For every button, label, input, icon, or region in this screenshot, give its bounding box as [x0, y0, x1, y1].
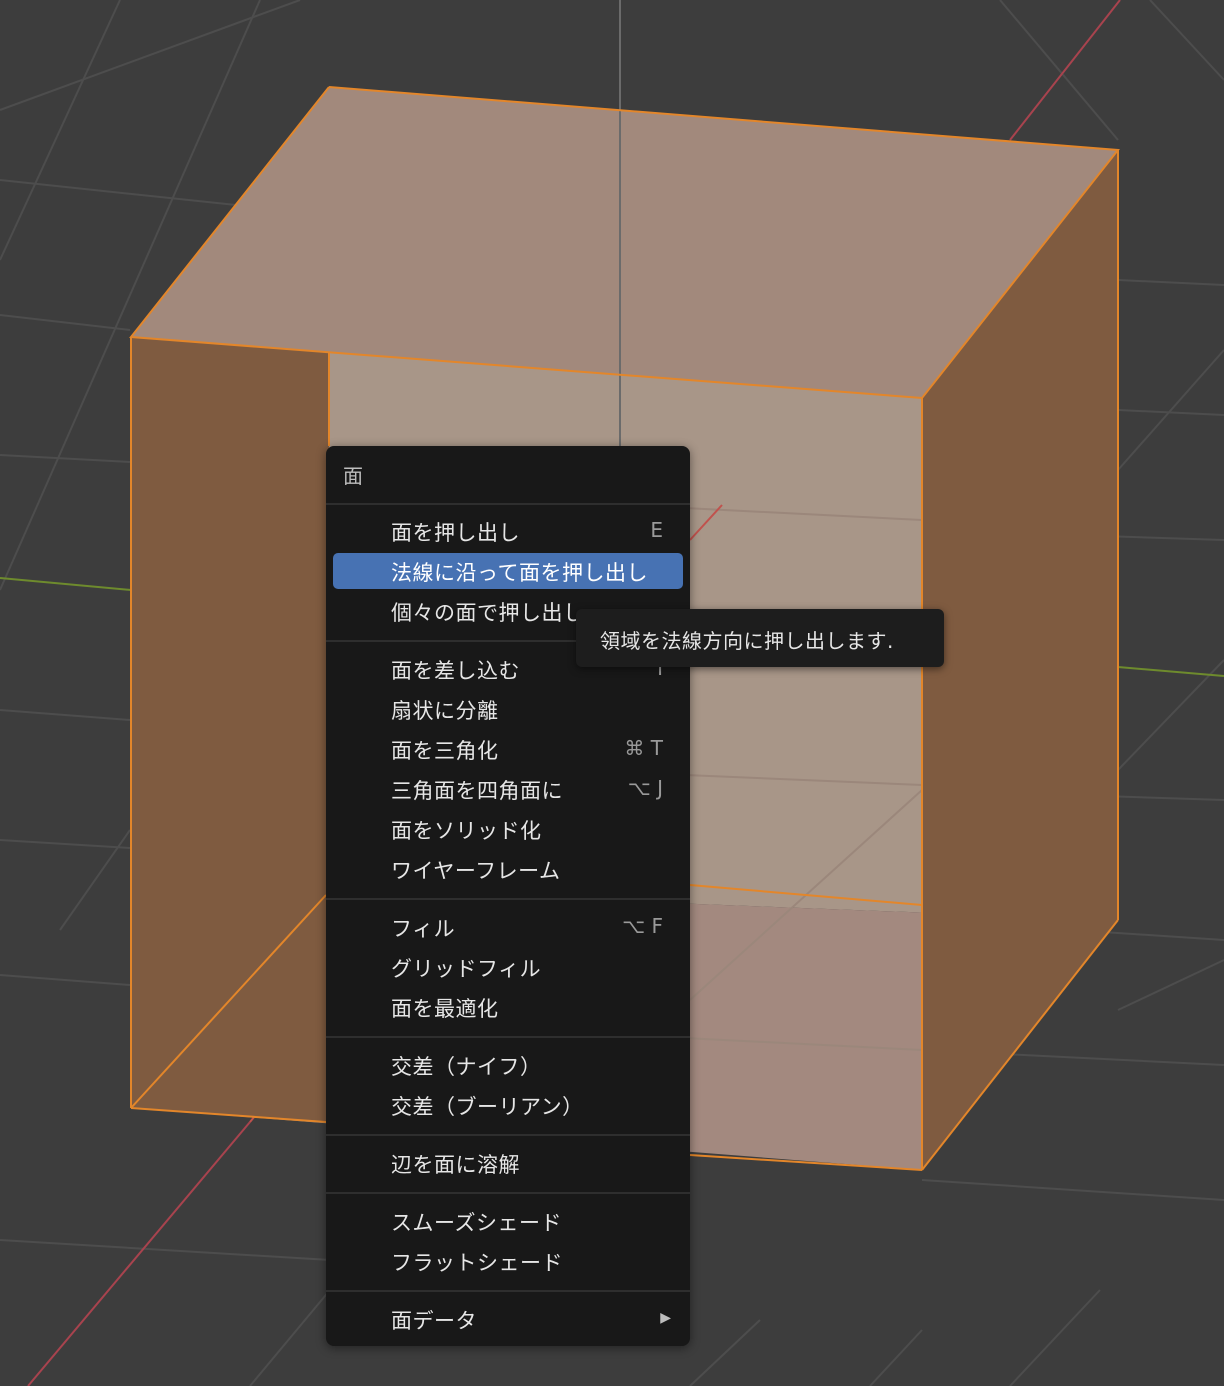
face-context-menu: 面 面を押し出し E 法線に沿って面を押し出し 個々の面で押し出し 面を差し込む… [326, 446, 690, 1346]
menu-item-shortcut: ⌥ F [622, 914, 663, 938]
x-axis-line [1009, 0, 1121, 141]
menu-separator [326, 503, 690, 505]
menu-separator [326, 1290, 690, 1292]
tooltip-text: 領域を法線方向に押し出します. [600, 629, 894, 653]
menu-item-poke-faces[interactable]: 扇状に分離 [333, 691, 683, 727]
menu-item-triangulate-faces[interactable]: 面を三角化 ⌘ T [333, 731, 683, 767]
menu-item-label: 法線に沿って面を押し出し [391, 561, 648, 585]
menu-separator [326, 1134, 690, 1136]
menu-item-face-data[interactable]: 面データ ▶ [333, 1301, 683, 1337]
menu-item-label: フィル [391, 917, 456, 941]
menu-item-grid-fill[interactable]: グリッドフィル [333, 949, 683, 985]
menu-item-label: フラットシェード [391, 1251, 563, 1275]
menu-title: 面 [343, 464, 363, 488]
menu-item-label: 面を最適化 [391, 997, 499, 1021]
menu-item-label: 面をソリッド化 [391, 819, 542, 843]
menu-separator [326, 1036, 690, 1038]
y-axis-line-left [0, 577, 132, 591]
menu-item-label: 三角面を四角面に [391, 779, 563, 803]
menu-item-weld-edges-into-faces[interactable]: 辺を面に溶解 [333, 1145, 683, 1181]
menu-item-label: 個々の面で押し出し [391, 601, 585, 625]
menu-separator [326, 1192, 690, 1194]
menu-item-fill[interactable]: フィル ⌥ F [333, 909, 683, 945]
y-axis-line-right [1117, 666, 1224, 677]
menu-item-beautify-faces[interactable]: 面を最適化 [333, 989, 683, 1025]
menu-item-label: 面を三角化 [391, 739, 499, 763]
menu-item-label: グリッドフィル [391, 957, 542, 981]
menu-item-label: ワイヤーフレーム [391, 859, 561, 883]
menu-item-shade-flat[interactable]: フラットシェード [333, 1243, 683, 1279]
menu-item-intersect-knife[interactable]: 交差（ナイフ） [333, 1047, 683, 1083]
menu-item-shortcut: E [650, 518, 663, 542]
tooltip: 領域を法線方向に押し出します. [576, 609, 944, 667]
menu-item-label: 面を押し出し [391, 521, 520, 545]
menu-item-label: 面データ [391, 1309, 477, 1333]
cube-left-face [131, 337, 329, 1122]
menu-separator [326, 898, 690, 900]
menu-item-label: 辺を面に溶解 [391, 1153, 520, 1177]
submenu-arrow-icon: ▶ [660, 1310, 671, 1326]
menu-item-label: スムーズシェード [391, 1211, 562, 1235]
menu-item-intersect-boolean[interactable]: 交差（ブーリアン） [333, 1087, 683, 1123]
menu-item-extrude-faces-along-normals[interactable]: 法線に沿って面を押し出し [333, 553, 683, 589]
menu-item-label: 扇状に分離 [391, 699, 499, 723]
menu-item-solidify-faces[interactable]: 面をソリッド化 [333, 811, 683, 847]
menu-item-label: 面を差し込む [391, 659, 520, 683]
menu-item-shade-smooth[interactable]: スムーズシェード [333, 1203, 683, 1239]
menu-item-wireframe[interactable]: ワイヤーフレーム [333, 851, 683, 887]
menu-item-label: 交差（ブーリアン） [391, 1095, 584, 1119]
menu-item-shortcut: ⌥ J [627, 776, 663, 800]
menu-item-tris-to-quads[interactable]: 三角面を四角面に ⌥ J [333, 771, 683, 807]
menu-item-extrude-faces[interactable]: 面を押し出し E [333, 513, 683, 549]
menu-item-label: 交差（ナイフ） [391, 1055, 542, 1079]
menu-item-shortcut: ⌘ T [624, 736, 663, 760]
